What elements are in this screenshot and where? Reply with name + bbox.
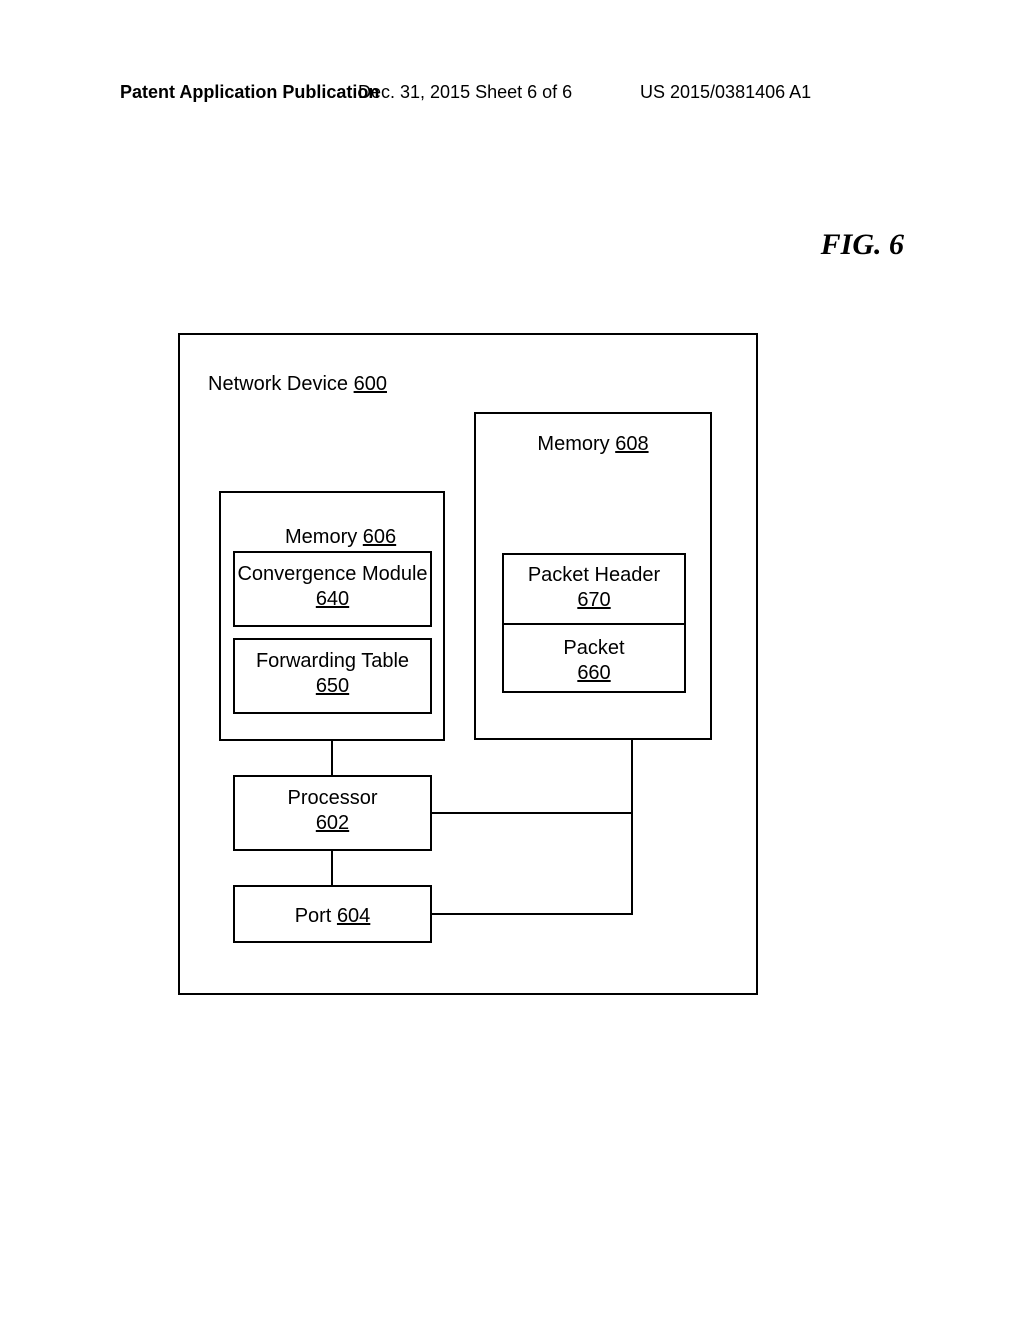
figure-label: FIG. 6 bbox=[821, 228, 904, 262]
processor-ref: 602 bbox=[316, 812, 349, 834]
memory-right-name: Memory bbox=[537, 433, 609, 455]
network-device-label: Network Device 600 bbox=[208, 372, 387, 397]
port-ref: 604 bbox=[337, 905, 370, 927]
connector-memory-right-down bbox=[631, 740, 633, 915]
publication-number: US 2015/0381406 A1 bbox=[640, 82, 811, 103]
memory-right-ref: 608 bbox=[615, 433, 648, 455]
forwarding-table-ref: 650 bbox=[316, 675, 349, 697]
network-device-name: Network Device bbox=[208, 373, 348, 395]
memory-left-name: Memory bbox=[285, 526, 357, 548]
connector-processor-port bbox=[331, 851, 333, 885]
memory-left-ref: 606 bbox=[363, 526, 396, 548]
convergence-module-ref: 640 bbox=[316, 588, 349, 610]
forwarding-table-label: Forwarding Table 650 bbox=[233, 649, 432, 699]
packet-header-name: Packet Header bbox=[528, 564, 660, 586]
port-label: Port 604 bbox=[233, 904, 432, 929]
network-device-ref: 600 bbox=[354, 373, 387, 395]
forwarding-table-name: Forwarding Table bbox=[256, 650, 409, 672]
memory-right-label: Memory 608 bbox=[474, 432, 712, 457]
processor-label: Processor 602 bbox=[233, 786, 432, 836]
convergence-module-name: Convergence Module bbox=[237, 563, 427, 585]
packet-header-ref: 670 bbox=[577, 589, 610, 611]
packet-header-label: Packet Header 670 bbox=[502, 563, 686, 613]
packet-name: Packet bbox=[563, 637, 624, 659]
publication-type: Patent Application Publication bbox=[120, 82, 379, 103]
packet-label: Packet 660 bbox=[502, 636, 686, 686]
connector-port-right bbox=[432, 913, 633, 915]
processor-name: Processor bbox=[287, 787, 377, 809]
port-name: Port bbox=[295, 905, 332, 927]
connector-processor-right bbox=[432, 812, 633, 814]
packet-ref: 660 bbox=[577, 662, 610, 684]
page: Patent Application Publication Dec. 31, … bbox=[0, 0, 1024, 1320]
memory-left-label: Memory 606 bbox=[285, 525, 396, 550]
sheet-info: Dec. 31, 2015 Sheet 6 of 6 bbox=[358, 82, 572, 103]
convergence-module-label: Convergence Module 640 bbox=[233, 562, 432, 612]
connector-memory-processor bbox=[331, 741, 333, 775]
